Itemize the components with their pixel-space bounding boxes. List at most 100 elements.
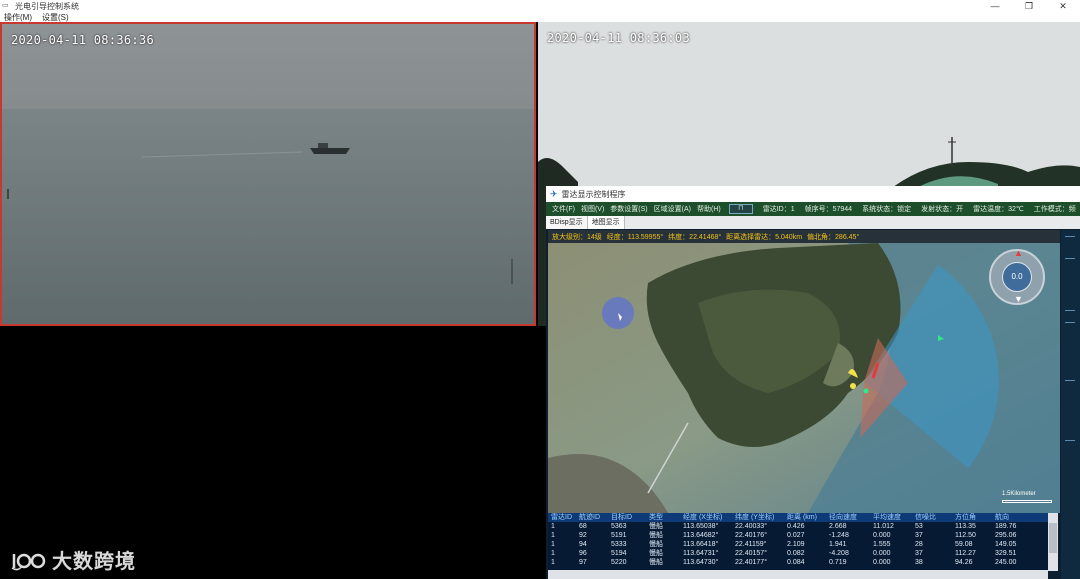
timestamp-left: 2020-04-11 08:36:36 [11,33,154,47]
table-row[interactable]: 1 68 5363 慢船 113.65038° 22.40033° 0.426 2.668 11… [548,522,1048,531]
col-radial-speed[interactable]: 径向速度 [826,513,870,522]
south-arrow-icon: ▼ [1014,294,1023,304]
watermark: 大数跨境 [10,545,136,574]
north-arrow-icon: ▲ [1014,248,1023,258]
sea-scene [2,24,534,324]
table-cell: 113.64731° [683,550,719,557]
table-cell: 189.76 [995,523,1017,530]
table-horizontal-scrollbar[interactable] [548,570,1048,579]
table-row[interactable]: 1 94 5333 慢船 113.66418° 22.41159° 2.109 1.941 1.… [548,540,1048,549]
table-cell: 1 [551,559,555,566]
col-track-id[interactable]: 航迹ID [576,513,608,522]
table-cell: 1 [551,541,555,548]
north-angle: 偏北角：286.45° [807,233,860,241]
table-cell: 94 [579,541,587,548]
radar-temperature: 雷达温度：32℃ [973,206,1024,213]
table-cell: 113.64730° [683,559,719,566]
table-cell: 22.41159° [735,541,767,548]
col-heading[interactable]: 航向 [992,513,1028,522]
window-controls: — ❐ ✕ [978,0,1080,12]
table-cell: 11.012 [873,523,894,530]
radar-menu-file[interactable]: 文件(F) [552,204,575,214]
table-cell: 37 [915,550,923,557]
menu-operation[interactable]: 操作(M) [4,12,32,23]
table-cell: 0.000 [873,532,891,539]
table-cell: 5220 [611,559,627,566]
panel-tree-line [1065,380,1075,381]
table-cell: 112.27 [955,550,976,557]
col-longitude[interactable]: 经度 (X坐标) [680,513,732,522]
table-cell: 2.109 [787,541,805,548]
watermark-logo-icon [11,553,46,570]
scale-bar [1002,500,1052,503]
table-vertical-scrollbar[interactable] [1048,513,1058,571]
map-canvas [548,243,1060,513]
tab-bdisp[interactable]: BDisp显示 [546,216,588,229]
table-cell: 慢船 [649,541,663,548]
radar-title: 雷达显示控制程序 [561,189,626,199]
radar-window: ✈ 雷达显示控制程序 文件(F) 视图(V) 参数设置(S) 区域设置(A) 帮… [546,186,1080,579]
panel-tree-line [1065,310,1075,311]
radar-menu-params[interactable]: 参数设置(S) [610,204,647,214]
radar-menu-help[interactable]: 帮助(H) [697,204,721,214]
tab-map[interactable]: 地图显示 [587,216,625,229]
radar-app-icon: ✈ [550,188,558,199]
table-row[interactable]: 1 92 5191 慢船 113.64682° 22.40176° 0.027 -1.248 0… [548,531,1048,540]
table-cell: 329.51 [995,550,1017,557]
table-cell: 1 [551,550,555,557]
radar-menu-view[interactable]: 视图(V) [581,204,604,214]
table-header: 雷达ID 航迹ID 目标ID 类型 经度 (X坐标) 纬度 (Y坐标) 距离 (… [548,513,1048,522]
satellite-map[interactable]: 0.0 ▲ ▼ 1.5Kilometer [548,243,1060,513]
col-distance[interactable]: 距离 (km) [784,513,826,522]
table-cell: 113.66418° [683,541,719,548]
col-target-id[interactable]: 目标ID [608,513,646,522]
camera-view-left[interactable]: 2020-04-11 08:36:36 [0,22,536,326]
layer-side-panel[interactable] [1061,230,1080,579]
radar-title-bar: ✈ 雷达显示控制程序 [546,186,1080,202]
table-cell: 慢船 [649,559,663,566]
compass-widget[interactable]: 0.0 ▲ ▼ [989,248,1045,305]
panel-tree-line [1065,440,1075,441]
connect-button[interactable]: ⊓ [728,204,753,214]
table-cell: 2.668 [829,523,847,530]
col-avg-speed[interactable]: 平均速度 [870,513,912,522]
scroll-thumb[interactable] [1049,523,1057,553]
table-cell: 38 [915,559,923,566]
table-cell: 5194 [611,550,627,557]
table-cell: 92 [579,532,587,539]
table-cell: 37 [915,532,923,539]
table-cell: 113.35 [955,523,976,530]
table-row[interactable]: 1 96 5194 慢船 113.64731° 22.40157° 0.082 -4.208 0… [548,549,1048,558]
table-row[interactable]: 1 97 5220 慢船 113.64730° 22.40177° 0.084 0.719 0.… [548,558,1048,567]
table-cell: 1 [551,523,555,530]
col-type[interactable]: 类型 [646,513,680,522]
menu-settings[interactable]: 设置(S) [42,12,69,23]
table-cell: 149.05 [995,541,1017,548]
col-azimuth[interactable]: 方位角 [952,513,992,522]
table-cell: 112.50 [955,532,976,539]
table-cell: 97 [579,559,587,566]
col-latitude[interactable]: 纬度 (Y坐标) [732,513,784,522]
scale-label: 1.5Kilometer [1002,491,1036,497]
table-cell: 0.426 [787,523,805,530]
target-table: 雷达ID 航迹ID 目标ID 类型 经度 (X坐标) 纬度 (Y坐标) 距离 (… [548,513,1048,573]
table-cell: 68 [579,523,587,530]
table-cell: 295.06 [995,532,1017,539]
maximize-button[interactable]: ❐ [1012,0,1046,12]
table-cell: 113.65038° [683,523,719,530]
col-snr[interactable]: 信噪比 [912,513,952,522]
table-cell: 5363 [611,523,627,530]
table-cell: 5191 [611,532,627,539]
col-radar-id[interactable]: 雷达ID [548,513,576,522]
table-cell: 慢船 [649,550,663,557]
table-cell: -1.248 [829,532,849,539]
minimize-button[interactable]: — [978,0,1012,12]
table-cell: 1 [551,532,555,539]
table-cell: 1.555 [873,541,891,548]
compass-value: 0.0 [1002,262,1032,292]
tx-status: 发射状态：开 [921,206,964,213]
close-button[interactable]: ✕ [1046,0,1080,12]
radar-menu-area[interactable]: 区域设置(A) [654,204,691,214]
table-body: 1 68 5363 慢船 113.65038° 22.40033° 0.426 2.668 11… [548,522,1048,567]
table-cell: -4.208 [829,550,849,557]
